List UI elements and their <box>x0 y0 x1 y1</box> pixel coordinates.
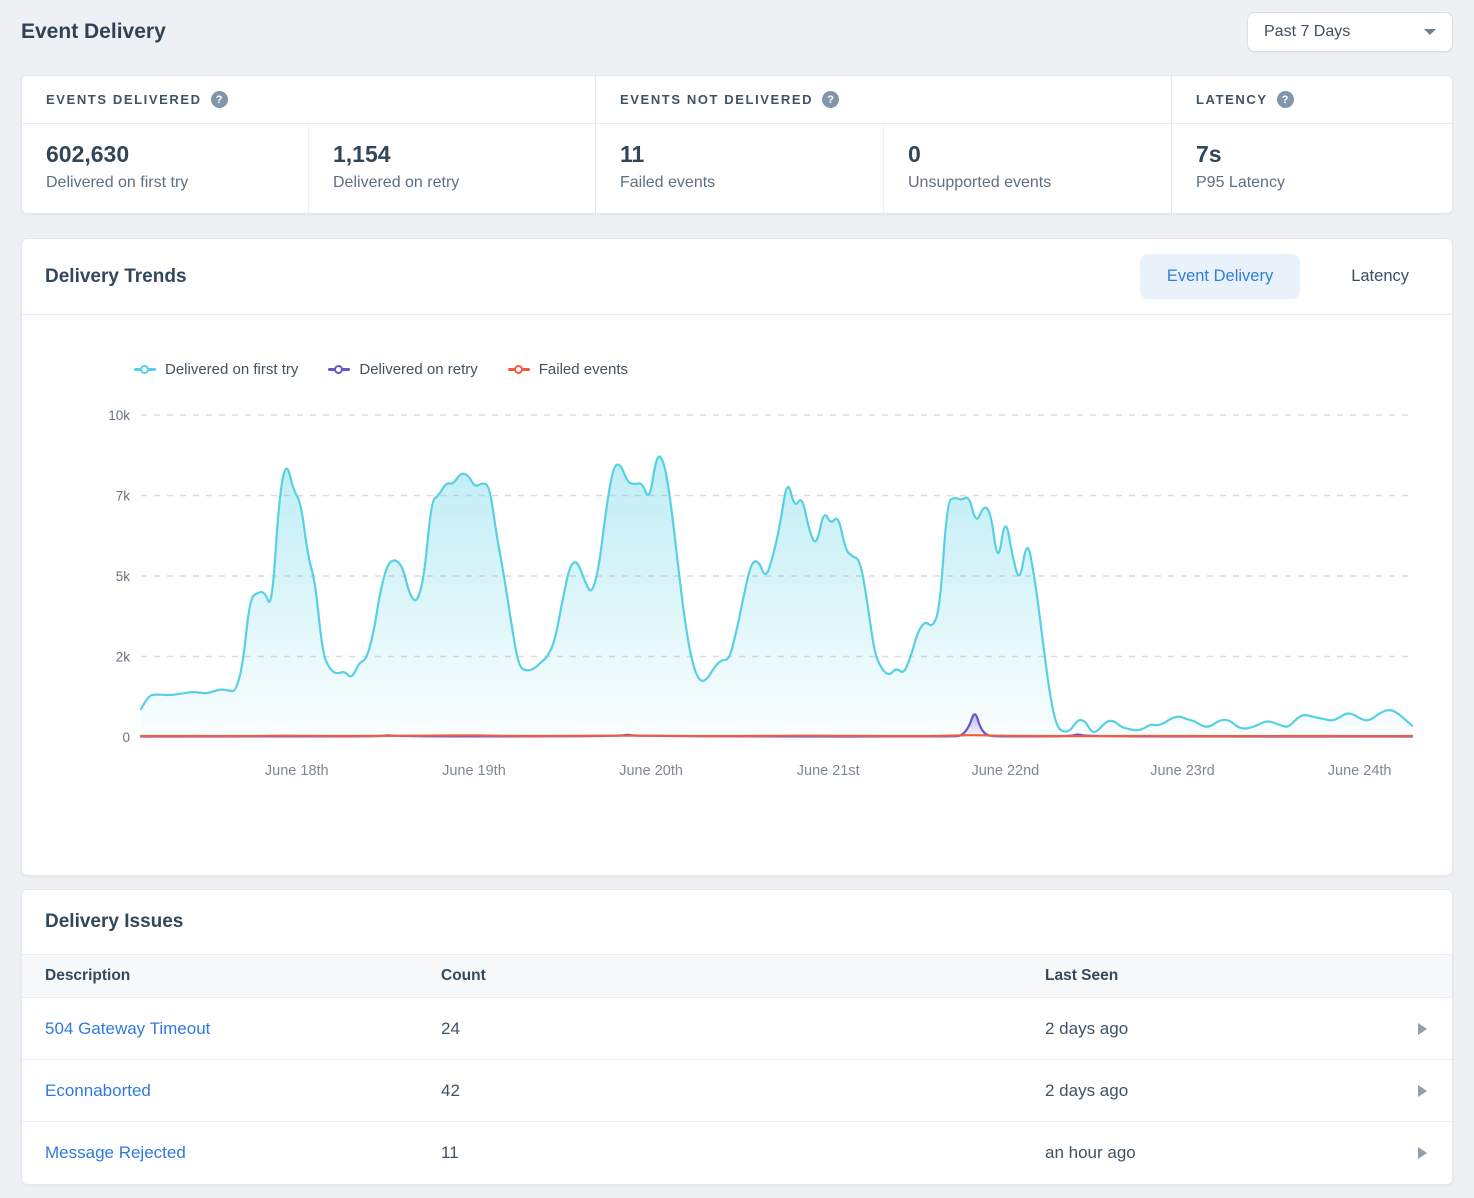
metric-value: 7s <box>1196 141 1452 168</box>
table-row[interactable]: Econnaborted 42 2 days ago <box>22 1060 1452 1122</box>
line-marker-icon <box>508 368 530 371</box>
chevron-down-icon <box>1424 29 1436 35</box>
issues-table: Description Count Last Seen 504 Gateway … <box>22 954 1452 1184</box>
issue-last-seen: 2 days ago <box>1045 1081 1392 1101</box>
metric-value: 602,630 <box>46 141 308 168</box>
x-axis-label: June 22nd <box>971 763 1039 779</box>
delivery-issues-card: Delivery Issues Description Count Last S… <box>21 889 1453 1185</box>
chevron-right-icon[interactable] <box>1418 1085 1427 1097</box>
chevron-right-icon[interactable] <box>1418 1147 1427 1159</box>
metric-label: Delivered on retry <box>333 174 595 192</box>
column-header-last-seen: Last Seen <box>1045 967 1392 985</box>
x-axis-label: June 23rd <box>1150 763 1215 779</box>
trends-tabs: Event Delivery Latency <box>1140 254 1436 299</box>
legend-item-failed: Failed events <box>508 361 628 378</box>
issues-table-header: Description Count Last Seen <box>22 954 1452 998</box>
help-icon[interactable] <box>822 91 839 108</box>
metric-delivered-first-try: 602,630 Delivered on first try <box>22 124 309 213</box>
y-axis-tick: 0 <box>122 730 130 745</box>
event-delivery-page: Event Delivery Past 7 Days EVENTS DELIVE… <box>0 0 1474 1198</box>
chevron-right-icon[interactable] <box>1418 1023 1427 1035</box>
stat-group-label: EVENTS DELIVERED <box>46 92 202 107</box>
series-area <box>141 457 1412 737</box>
chart-legend: Delivered on first try Delivered on retr… <box>134 361 1452 378</box>
stat-group-label: LATENCY <box>1196 92 1268 107</box>
date-range-dropdown[interactable]: Past 7 Days <box>1247 12 1453 52</box>
metric-label: Delivered on first try <box>46 174 308 192</box>
issue-link[interactable]: 504 Gateway Timeout <box>45 1019 210 1038</box>
issue-link[interactable]: Econnaborted <box>45 1081 151 1100</box>
series-line <box>141 735 1412 736</box>
metric-unsupported-events: 0 Unsupported events <box>884 124 1171 213</box>
column-header-description: Description <box>22 967 441 985</box>
help-icon[interactable] <box>211 91 228 108</box>
y-axis-tick: 10k <box>108 408 130 423</box>
metric-label: P95 Latency <box>1196 174 1452 192</box>
y-axis-tick: 2k <box>116 650 131 665</box>
legend-item-retry: Delivered on retry <box>328 361 477 378</box>
metric-delivered-retry: 1,154 Delivered on retry <box>309 124 595 213</box>
x-axis-label: June 21st <box>797 763 860 779</box>
tab-event-delivery[interactable]: Event Delivery <box>1140 254 1300 299</box>
x-axis-label: June 20th <box>619 763 683 779</box>
trends-title: Delivery Trends <box>45 266 187 288</box>
stat-group-events-delivered: EVENTS DELIVERED 602,630 Delivered on fi… <box>22 76 596 213</box>
metric-p95-latency: 7s P95 Latency <box>1172 124 1452 213</box>
x-axis-label: June 19th <box>442 763 506 779</box>
table-row[interactable]: 504 Gateway Timeout 24 2 days ago <box>22 998 1452 1060</box>
date-range-value: Past 7 Days <box>1264 23 1350 41</box>
issue-count: 11 <box>441 1143 1045 1163</box>
stat-group-events-not-delivered: EVENTS NOT DELIVERED 11 Failed events 0 … <box>596 76 1172 213</box>
line-marker-icon <box>134 368 156 371</box>
table-row[interactable]: Message Rejected 11 an hour ago <box>22 1122 1452 1184</box>
issue-last-seen: an hour ago <box>1045 1143 1392 1163</box>
issue-count: 24 <box>441 1019 1045 1039</box>
delivery-trends-card: Delivery Trends Event Delivery Latency D… <box>21 238 1453 876</box>
metric-value: 1,154 <box>333 141 595 168</box>
column-header-count: Count <box>441 967 1045 985</box>
page-title: Event Delivery <box>21 20 166 44</box>
metric-value: 0 <box>908 141 1171 168</box>
issue-last-seen: 2 days ago <box>1045 1019 1392 1039</box>
x-axis-label: June 18th <box>265 763 329 779</box>
metric-label: Unsupported events <box>908 174 1171 192</box>
y-axis-tick: 5k <box>116 569 131 584</box>
metric-label: Failed events <box>620 174 883 192</box>
metric-value: 11 <box>620 141 883 168</box>
issue-count: 42 <box>441 1081 1045 1101</box>
x-axis-label: June 24th <box>1328 763 1392 779</box>
delivery-trends-chart: 0 2k 5k 7k 10k June 18th June 19th June 20th Jun… <box>22 392 1452 792</box>
line-marker-icon <box>328 368 350 371</box>
metric-failed-events: 11 Failed events <box>596 124 884 213</box>
y-axis-tick: 7k <box>116 489 131 504</box>
help-icon[interactable] <box>1277 91 1294 108</box>
stats-summary-card: EVENTS DELIVERED 602,630 Delivered on fi… <box>21 75 1453 214</box>
stat-group-label: EVENTS NOT DELIVERED <box>620 92 813 107</box>
legend-item-first-try: Delivered on first try <box>134 361 298 378</box>
issues-title: Delivery Issues <box>45 911 183 933</box>
issue-link[interactable]: Message Rejected <box>45 1143 186 1162</box>
tab-latency[interactable]: Latency <box>1324 254 1436 299</box>
stat-group-latency: LATENCY 7s P95 Latency <box>1172 76 1452 213</box>
topbar: Event Delivery Past 7 Days <box>21 8 1453 56</box>
